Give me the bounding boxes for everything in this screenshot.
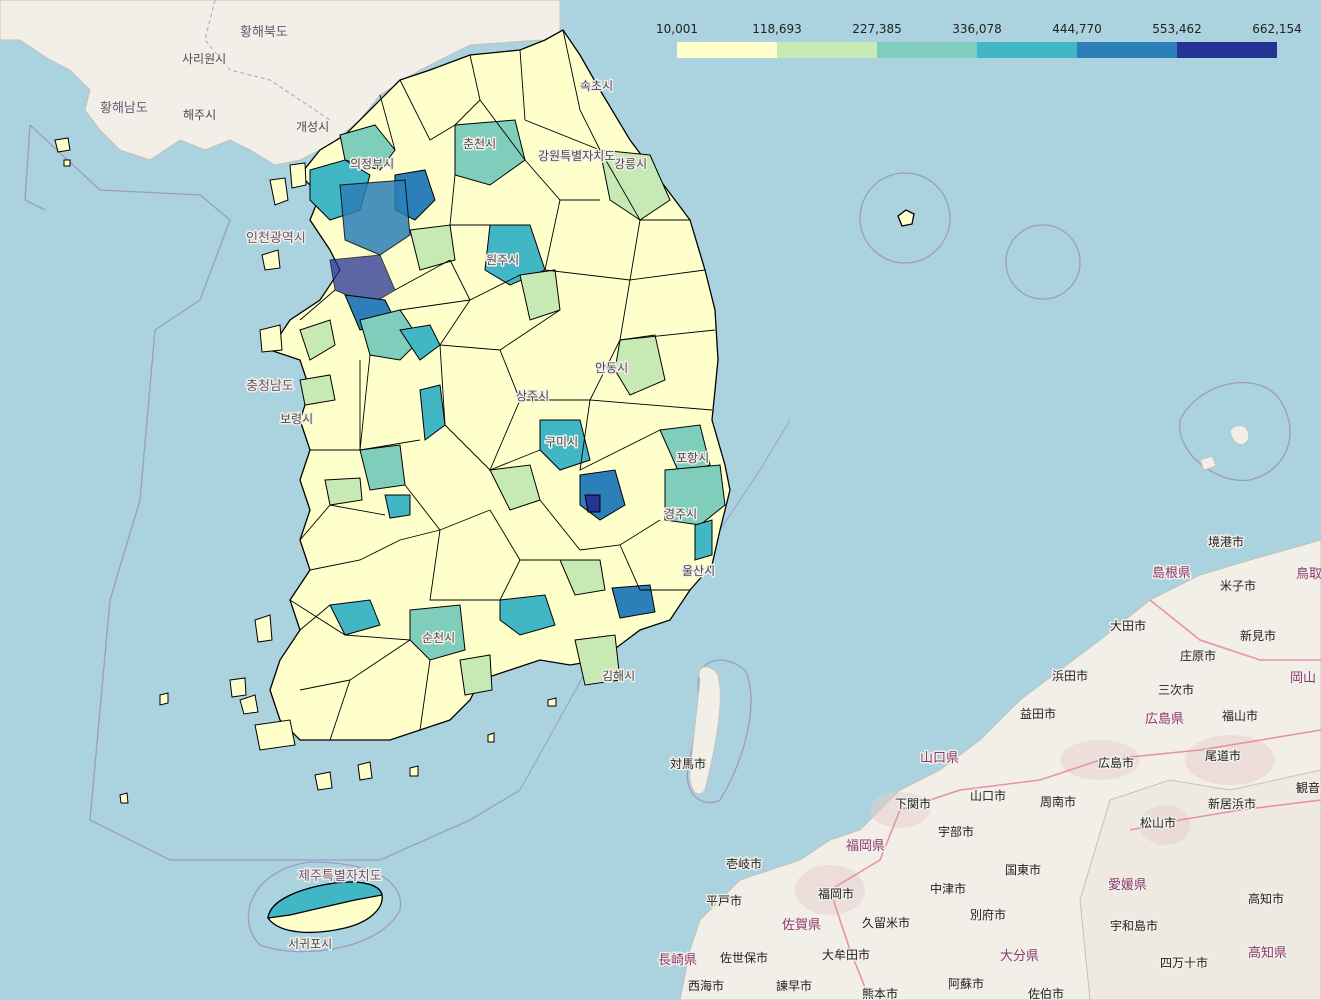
svg-text:境港市: 境港市 [1208,534,1244,549]
svg-text:佐世保市: 佐世保市 [720,950,768,965]
svg-text:포항시: 포항시 [676,451,709,465]
svg-text:속초시: 속초시 [580,79,613,93]
svg-text:対馬市: 対馬市 [670,756,706,771]
svg-text:안동시: 안동시 [595,361,628,375]
svg-text:愛媛県: 愛媛県 [1108,878,1147,893]
svg-text:원주시: 원주시 [486,253,519,267]
svg-text:大牟田市: 大牟田市 [822,947,870,962]
svg-text:阿蘇市: 阿蘇市 [948,976,984,991]
svg-text:해주시: 해주시 [183,108,216,122]
svg-text:宇部市: 宇部市 [938,824,974,839]
legend-swatch [1077,42,1177,58]
svg-text:인천광역시: 인천광역시 [246,231,306,246]
legend-color-bar [677,42,1277,58]
svg-text:壱岐市: 壱岐市 [726,856,762,871]
svg-text:순천시: 순천시 [422,630,455,645]
svg-text:鳥取: 鳥取 [1296,567,1321,582]
svg-text:개성시: 개성시 [296,120,329,134]
svg-text:久留米市: 久留米市 [862,915,910,930]
svg-text:諫早市: 諫早市 [776,978,812,993]
svg-text:강원특별자치도: 강원특별자치도 [538,149,615,163]
svg-text:강릉시: 강릉시 [614,157,647,171]
legend-tick: 553,462 [1152,22,1202,36]
svg-text:大分県: 大分県 [1000,949,1039,964]
svg-text:서귀포시: 서귀포시 [288,937,332,951]
svg-text:福岡県: 福岡県 [846,839,885,854]
svg-text:長崎県: 長崎県 [658,953,697,968]
svg-text:충청남도: 충청남도 [246,379,294,394]
svg-text:平戸市: 平戸市 [706,893,742,908]
svg-text:米子市: 米子市 [1220,578,1256,593]
svg-text:浜田市: 浜田市 [1052,668,1088,683]
svg-text:三次市: 三次市 [1158,682,1194,697]
legend-tick: 662,154 [1252,22,1302,36]
svg-text:岡山: 岡山 [1290,671,1316,686]
color-legend: 10,001 118,693 227,385 336,078 444,770 5… [654,22,1306,62]
svg-text:제주특별자치도: 제주특별자치도 [298,869,382,884]
svg-text:別府市: 別府市 [970,907,1006,922]
legend-tick: 227,385 [852,22,902,36]
svg-text:広島市: 広島市 [1098,755,1134,770]
svg-text:新見市: 新見市 [1240,628,1276,643]
legend-tick: 118,693 [752,22,802,36]
svg-text:尾道市: 尾道市 [1205,748,1241,763]
svg-text:경주시: 경주시 [664,507,697,521]
svg-text:観音: 観音 [1296,780,1320,795]
svg-text:춘천시: 춘천시 [463,136,496,151]
map-canvas[interactable]: 황해북도 사리원시 황해남도 해주시 개성시 인천광역시 충청남도 보령시 제주… [0,0,1321,1000]
legend-swatch [777,42,877,58]
svg-text:山口県: 山口県 [920,751,959,766]
svg-text:山口市: 山口市 [970,788,1006,803]
svg-text:의정부시: 의정부시 [350,157,394,171]
svg-text:高知市: 高知市 [1248,891,1284,906]
svg-text:新居浜市: 新居浜市 [1208,796,1256,811]
legend-swatch [977,42,1077,58]
svg-text:熊本市: 熊本市 [862,986,898,1000]
svg-text:福山市: 福山市 [1222,708,1258,723]
svg-text:国東市: 国東市 [1005,862,1041,877]
svg-text:황해북도: 황해북도 [240,25,288,40]
svg-text:四万十市: 四万十市 [1160,955,1208,970]
svg-text:김해시: 김해시 [602,669,635,683]
svg-text:보령시: 보령시 [280,412,313,426]
svg-text:울산시: 울산시 [682,564,715,578]
svg-text:황해남도: 황해남도 [100,101,148,116]
svg-text:高知県: 高知県 [1248,945,1287,961]
svg-text:구미시: 구미시 [545,435,578,449]
svg-text:佐伯市: 佐伯市 [1028,986,1064,1000]
legend-swatch [1177,42,1277,58]
svg-text:松山市: 松山市 [1140,815,1176,830]
svg-text:庄原市: 庄原市 [1180,648,1216,663]
svg-text:益田市: 益田市 [1020,706,1056,721]
svg-text:島根県: 島根県 [1152,566,1191,581]
svg-text:福岡市: 福岡市 [818,886,854,901]
svg-text:宇和島市: 宇和島市 [1110,918,1158,933]
legend-tick: 444,770 [1052,22,1102,36]
svg-text:상주시: 상주시 [516,389,549,403]
svg-text:周南市: 周南市 [1040,794,1076,809]
legend-swatch [677,42,777,58]
svg-text:西海市: 西海市 [688,978,724,993]
svg-text:中津市: 中津市 [930,881,966,896]
legend-tick: 10,001 [656,22,698,36]
svg-text:사리원시: 사리원시 [182,52,226,66]
legend-tick: 336,078 [952,22,1002,36]
legend-swatch [877,42,977,58]
svg-text:下関市: 下関市 [895,796,931,811]
svg-text:広島県: 広島県 [1145,712,1184,727]
svg-text:大田市: 大田市 [1110,618,1146,633]
svg-text:佐賀県: 佐賀県 [782,918,821,933]
